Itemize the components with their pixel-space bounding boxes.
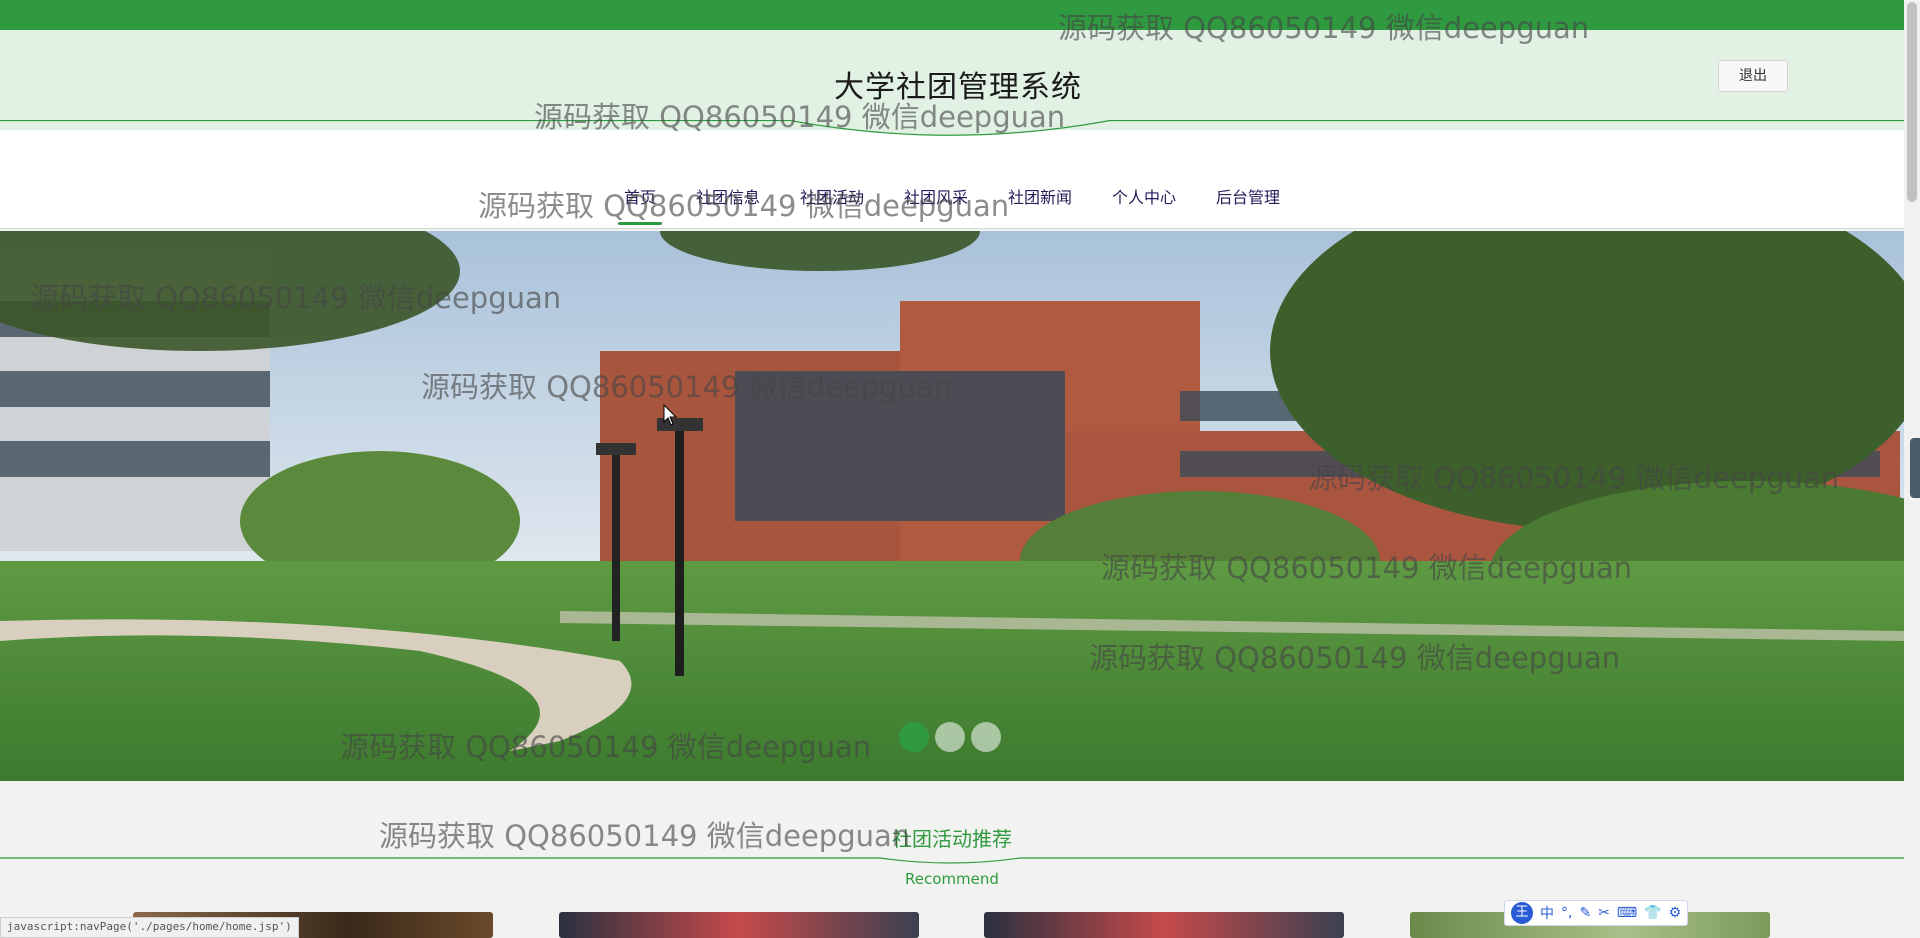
nav-item-home[interactable]: 首页 bbox=[604, 180, 676, 225]
logout-button[interactable]: 退出 bbox=[1718, 60, 1788, 92]
nav-item-club-news[interactable]: 社团新闻 bbox=[988, 180, 1092, 212]
carousel-indicators bbox=[899, 722, 1001, 752]
banner-carousel[interactable] bbox=[0, 231, 1904, 781]
nav-item-personal-center[interactable]: 个人中心 bbox=[1092, 180, 1196, 212]
recommend-card-2[interactable] bbox=[559, 912, 919, 938]
recommend-title: 社团活动推荐 bbox=[892, 827, 1012, 851]
header-divider-curve bbox=[0, 120, 1904, 136]
recommend-divider bbox=[0, 857, 1904, 864]
nav-item-club-showcase[interactable]: 社团风采 bbox=[884, 180, 988, 212]
nav-item-club-info[interactable]: 社团信息 bbox=[676, 180, 780, 212]
site-title: 大学社团管理系统 bbox=[834, 70, 1082, 105]
carousel-dot-3[interactable] bbox=[971, 722, 1001, 752]
gear-icon[interactable]: ⚙ bbox=[1669, 905, 1682, 921]
recommend-subtitle: Recommend bbox=[905, 870, 999, 888]
pen-icon[interactable]: ✎ bbox=[1579, 905, 1591, 921]
ime-mode-toggle[interactable]: 中 bbox=[1540, 903, 1554, 923]
mouse-cursor-icon bbox=[663, 404, 677, 426]
ime-logo-icon[interactable]: 王 bbox=[1511, 902, 1533, 924]
shirt-icon[interactable]: 👕 bbox=[1644, 905, 1661, 921]
recommend-card-3[interactable] bbox=[984, 912, 1344, 938]
nav-item-club-activities[interactable]: 社团活动 bbox=[780, 180, 884, 212]
ime-toolbar: 王 中 °, ✎ ✂ ⌨ 👕 ⚙ bbox=[1504, 900, 1689, 926]
carousel-dot-2[interactable] bbox=[935, 722, 965, 752]
scrollbar-thumb[interactable] bbox=[1907, 2, 1917, 202]
main-nav: 首页 社团信息 社团活动 社团风采 社团新闻 个人中心 后台管理 bbox=[0, 180, 1904, 225]
nav-item-admin[interactable]: 后台管理 bbox=[1196, 180, 1300, 212]
keyboard-icon[interactable]: ⌨ bbox=[1617, 905, 1637, 921]
banner-image bbox=[0, 231, 1904, 781]
status-bar-url: javascript:navPage('./pages/home/home.js… bbox=[0, 917, 299, 938]
top-strip bbox=[0, 0, 1904, 30]
carousel-dot-1[interactable] bbox=[899, 722, 929, 752]
punctuation-icon[interactable]: °, bbox=[1561, 905, 1572, 921]
scissors-icon[interactable]: ✂ bbox=[1598, 905, 1610, 921]
side-panel-handle[interactable] bbox=[1910, 438, 1920, 498]
nav-divider bbox=[0, 228, 1904, 229]
